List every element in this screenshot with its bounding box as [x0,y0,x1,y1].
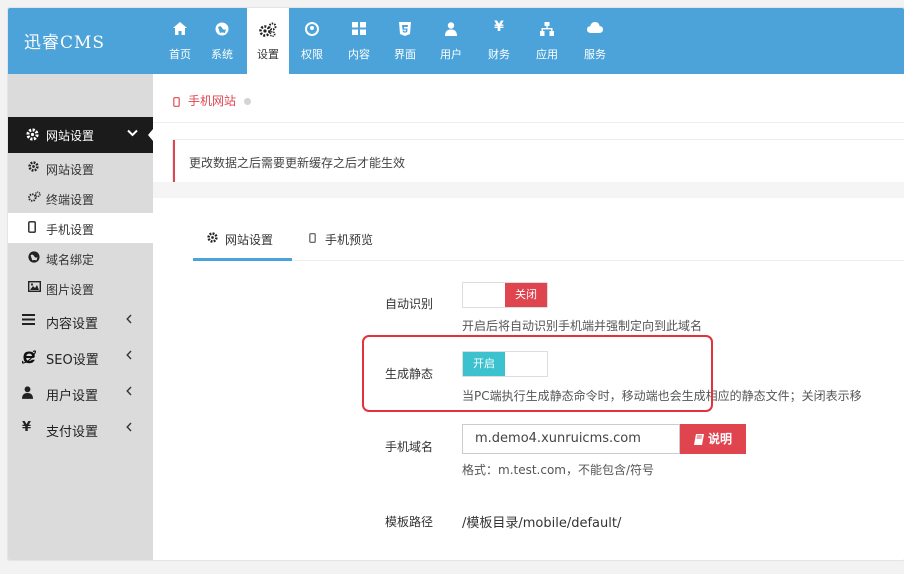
template-path-label: 模板路径 [384,515,433,529]
globe-icon [28,251,40,263]
chevron-left-icon [126,350,132,360]
nav-apps[interactable]: 应用 [527,8,567,74]
grid-icon [352,22,366,35]
nav-system[interactable]: 系统 [202,8,242,74]
user-icon [445,22,457,36]
highlight-box [362,335,713,412]
auto-detect-help: 开启后将自动识别手机端并强制定向到此域名 [462,319,703,333]
sidebar-group-site-settings[interactable]: 网站设置 [8,117,153,153]
chevron-down-icon [127,129,138,137]
app-window: 迅睿CMS 首页 系统 设置 权限 内容 界面 用户 ¥ 财务 应用 服务 网站… [8,8,904,560]
sidebar-item-domain-binding[interactable]: 域名绑定 [8,243,153,273]
breadcrumb: 手机网站 [173,92,252,109]
nav-settings[interactable]: 设置 [247,8,289,74]
list-icon [22,314,35,325]
mobile-icon [309,233,316,243]
section-gap [153,182,904,198]
mobile-icon [173,96,180,107]
sidebar-item-site-settings[interactable]: 网站设置 [8,153,153,183]
gear-icon [207,232,218,243]
chevron-left-icon [126,386,132,396]
home-icon [173,22,187,35]
sidebar-item-image-settings[interactable]: 图片设置 [8,273,153,303]
tab-site-settings[interactable]: 网站设置 [193,218,292,261]
nav-services[interactable]: 服务 [575,8,615,74]
sidebar-item-terminal-settings[interactable]: 终端设置 [8,183,153,213]
chevron-left-icon [126,314,132,324]
sidebar-group-user-settings[interactable]: 用户设置 [8,375,153,411]
chevron-left-icon [126,422,132,432]
nav-permissions[interactable]: 权限 [292,8,332,74]
app-logo[interactable]: 迅睿CMS [24,28,105,53]
ie-icon [22,350,36,364]
mobile-icon [28,221,36,233]
nav-content[interactable]: 内容 [339,8,379,74]
html5-icon [399,22,411,36]
nav-home[interactable]: 首页 [160,8,200,74]
auto-detect-state: 关闭 [505,283,547,307]
auto-detect-toggle[interactable]: 关闭 [462,282,548,308]
user-circle-icon [305,22,319,36]
tab-mobile-preview[interactable]: 手机预览 [295,218,385,260]
sidebar-group-payment-settings[interactable]: ¥ 支付设置 [8,411,153,447]
sitemap-icon [540,22,554,36]
breadcrumb-dot [244,98,252,105]
breadcrumb-current[interactable]: 手机网站 [188,94,236,108]
mobile-domain-label: 手机域名 [384,440,433,454]
alert-note: 更改数据之后需要更新缓存之后才能生效 [173,140,904,182]
domain-help-button[interactable]: 说明 [680,424,746,454]
sidebar-item-mobile-settings[interactable]: 手机设置 [8,213,153,243]
globe-icon [215,22,229,36]
tab-bar: 网站设置 手机预览 [193,218,904,261]
gear-icon [26,128,39,141]
gear-icon [28,161,39,172]
template-path-value: /模板目录/mobile/default/ [462,516,622,531]
cloud-icon [587,22,603,33]
sidebar-group-seo-settings[interactable]: SEO设置 [8,339,153,375]
top-navbar: 迅睿CMS 首页 系统 设置 权限 内容 界面 用户 ¥ 财务 应用 服务 [8,8,904,74]
image-icon [28,281,41,292]
user-icon [22,386,33,399]
mobile-domain-help: 格式：m.test.com，不能包含/符号 [462,463,655,477]
nav-finance[interactable]: ¥ 财务 [479,8,519,74]
nav-users[interactable]: 用户 [431,8,471,74]
sidebar: 网站设置 网站设置 终端设置 手机设置 域名绑定 图片设置 内容设置 SEO设置… [8,74,158,560]
divider [153,122,904,123]
cogs-icon [259,22,277,37]
book-icon [693,434,704,445]
mobile-domain-input[interactable]: m.demo4.xunruicms.com [462,424,680,454]
nav-interface[interactable]: 界面 [385,8,425,74]
yen-icon: ¥ [22,420,32,435]
yen-icon: ¥ [494,19,504,35]
cogs-icon [28,191,41,202]
sidebar-group-content-settings[interactable]: 内容设置 [8,303,153,339]
auto-detect-label: 自动识别 [384,297,433,311]
